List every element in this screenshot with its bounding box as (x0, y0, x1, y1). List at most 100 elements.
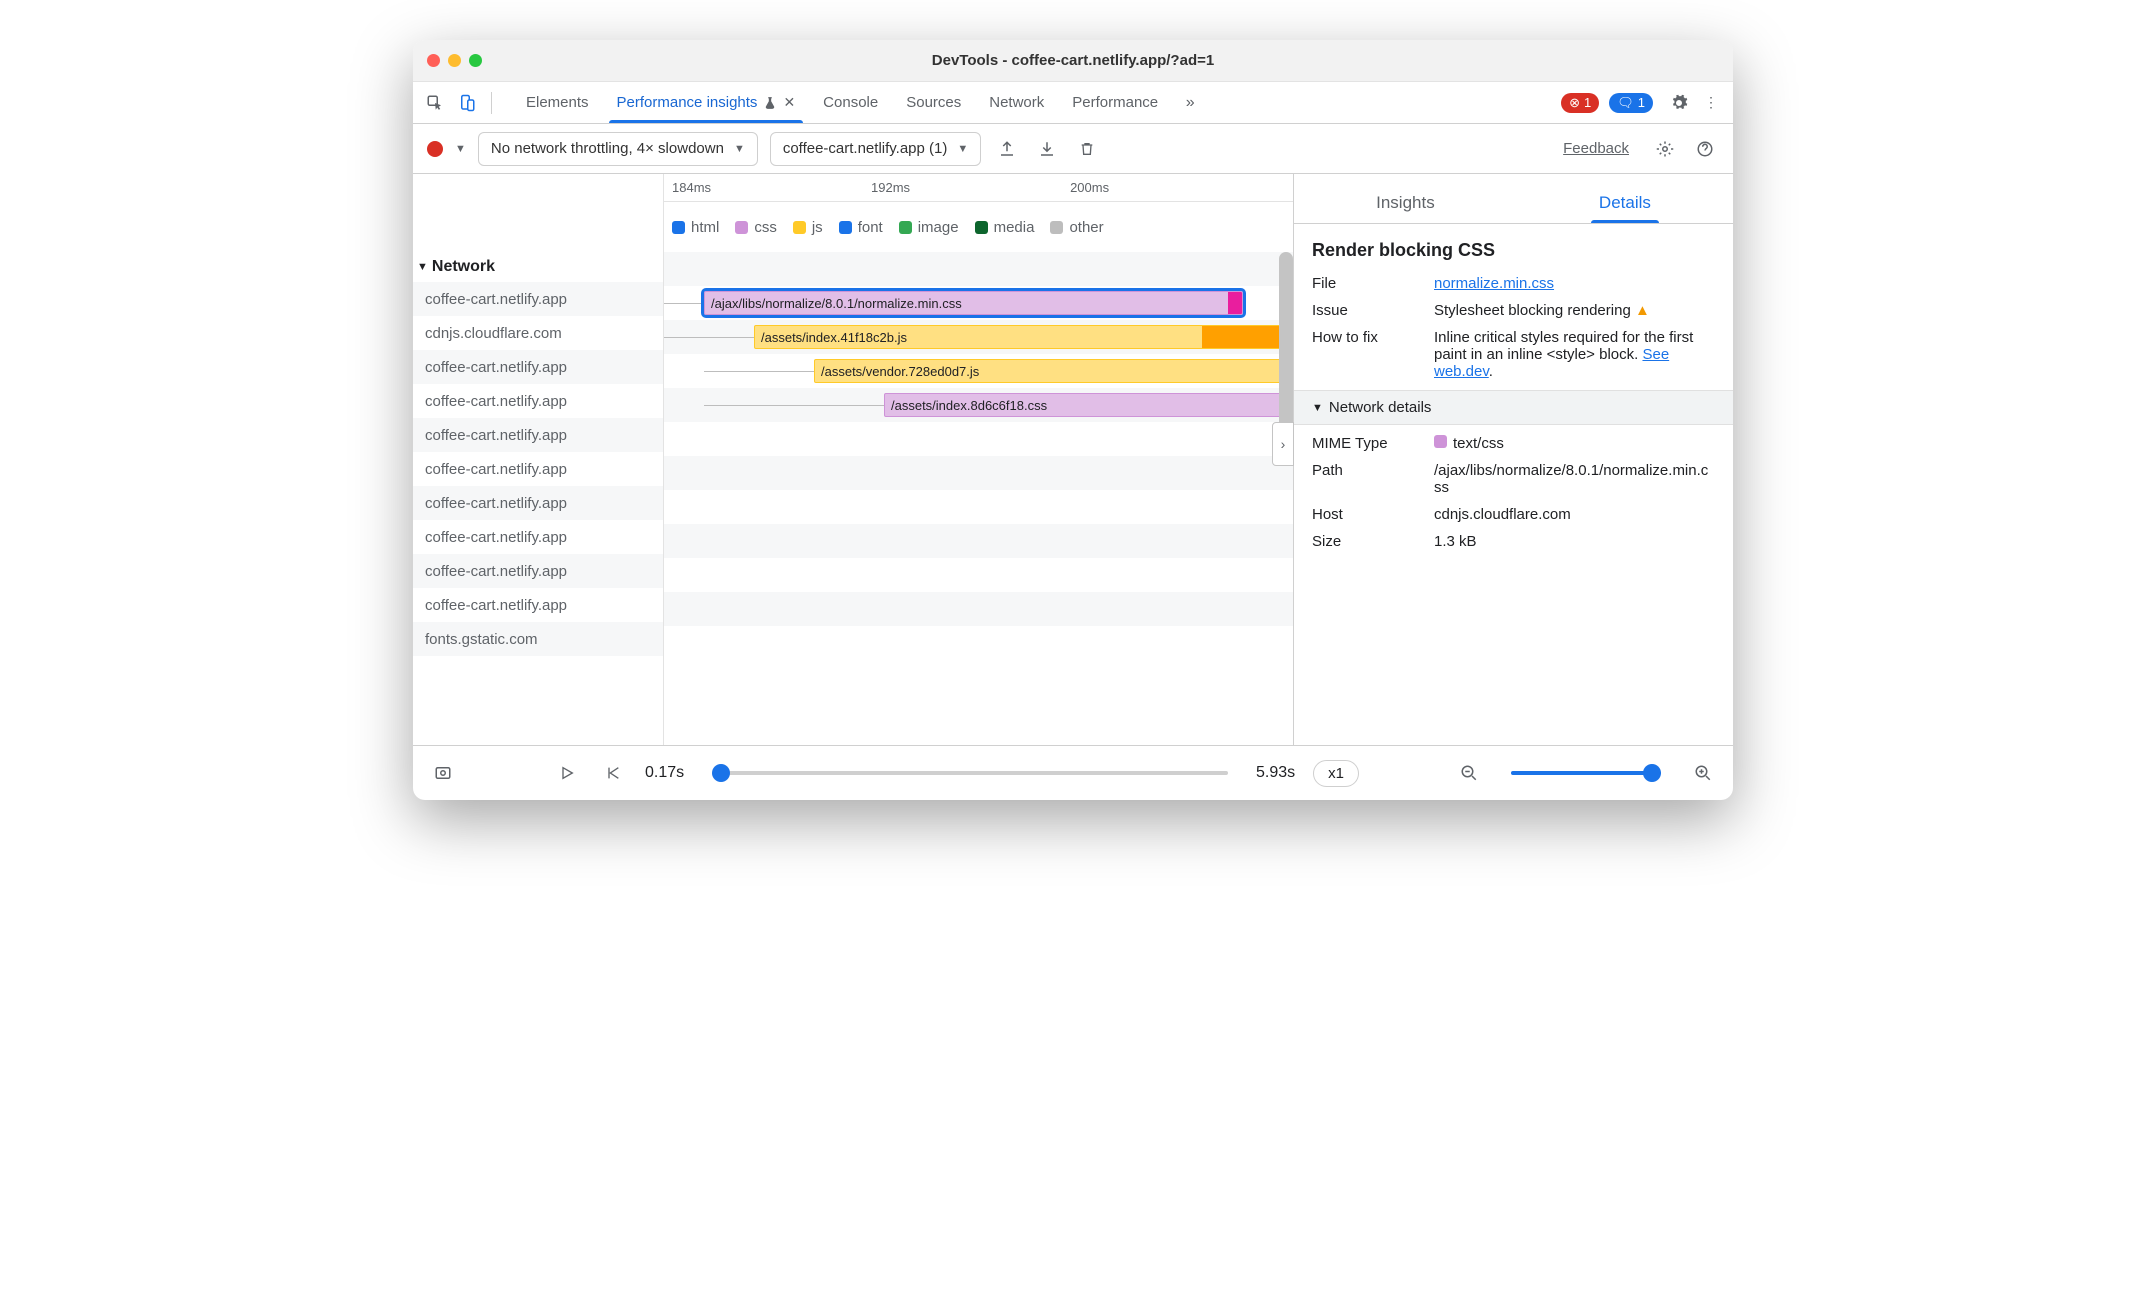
tab-insights[interactable]: Insights (1368, 193, 1443, 223)
howtofix-value: Inline critical styles required for the … (1434, 329, 1715, 380)
mime-key: MIME Type (1312, 435, 1422, 452)
speed-pill[interactable]: x1 (1313, 760, 1359, 787)
zoom-slider[interactable] (1511, 771, 1661, 775)
error-icon: ⊗ (1569, 95, 1580, 111)
domain-row[interactable]: coffee-cart.netlify.app (413, 486, 663, 520)
ruler-tick: 200ms (1070, 180, 1109, 195)
legend-js[interactable]: js (793, 219, 823, 236)
tab-elements-label: Elements (526, 94, 589, 111)
toggle-pane-chevron-icon[interactable]: › (1272, 422, 1294, 466)
legend-css[interactable]: css (735, 219, 777, 236)
throttling-select[interactable]: No network throttling, 4× slowdown ▼ (478, 132, 758, 166)
window-zoom-button[interactable] (469, 54, 482, 67)
tab-elements[interactable]: Elements (512, 82, 603, 123)
record-button[interactable] (427, 141, 443, 157)
zoom-out-icon[interactable] (1455, 759, 1483, 787)
tab-details[interactable]: Details (1591, 193, 1659, 223)
insights-toolbar: ▼ No network throttling, 4× slowdown ▼ c… (413, 124, 1733, 174)
target-select[interactable]: coffee-cart.netlify.app (1) ▼ (770, 132, 981, 166)
help-icon[interactable] (1691, 135, 1719, 163)
domain-row[interactable]: coffee-cart.netlify.app (413, 554, 663, 588)
time-start: 0.17s (645, 764, 684, 782)
legend-image[interactable]: image (899, 219, 959, 236)
domain-row[interactable]: coffee-cart.netlify.app (413, 384, 663, 418)
play-icon[interactable] (553, 759, 581, 787)
errors-count: 1 (1584, 95, 1591, 110)
ruler-tick: 184ms (672, 180, 711, 195)
divider (491, 92, 492, 114)
export-icon[interactable] (993, 135, 1021, 163)
tab-network-label: Network (989, 94, 1044, 111)
info-icon: 🗨 (1617, 95, 1634, 111)
collapse-triangle-icon: ▼ (1312, 402, 1323, 414)
file-link[interactable]: normalize.min.css (1434, 275, 1554, 292)
settings-gear-icon[interactable] (1665, 89, 1693, 117)
request-bar-label: /assets/vendor.728ed0d7.js (821, 364, 979, 379)
domain-row[interactable]: coffee-cart.netlify.app (413, 452, 663, 486)
titlebar: DevTools - coffee-cart.netlify.app/?ad=1 (413, 40, 1733, 82)
domain-row[interactable]: coffee-cart.netlify.app (413, 588, 663, 622)
request-bar-vendor-js[interactable]: /assets/vendor.728ed0d7.js (814, 359, 1293, 383)
window-close-button[interactable] (427, 54, 440, 67)
tab-perf-insights-label: Performance insights (617, 94, 758, 111)
errors-badge[interactable]: ⊗ 1 (1561, 93, 1599, 113)
request-bar-label: /ajax/libs/normalize/8.0.1/normalize.min… (711, 296, 962, 311)
rewind-icon[interactable] (599, 759, 627, 787)
detail-heading: Render blocking CSS (1312, 240, 1715, 261)
feedback-link[interactable]: Feedback (1563, 140, 1629, 157)
more-tabs-chevron-icon[interactable]: » (1176, 89, 1204, 117)
legend-font[interactable]: font (839, 219, 883, 236)
issues-badge[interactable]: 🗨 1 (1609, 93, 1653, 113)
download-tail (1228, 292, 1242, 314)
mime-swatch-icon (1434, 435, 1447, 448)
panel-settings-gear-icon[interactable] (1651, 135, 1679, 163)
domain-row[interactable]: coffee-cart.netlify.app (413, 350, 663, 384)
request-bar-label: /assets/index.8d6c6f18.css (891, 398, 1047, 413)
legend-media[interactable]: media (975, 219, 1035, 236)
host-value: cdnjs.cloudflare.com (1434, 506, 1715, 523)
tab-sources[interactable]: Sources (892, 82, 975, 123)
legend-html[interactable]: html (672, 219, 719, 236)
window-minimize-button[interactable] (448, 54, 461, 67)
warning-icon: ▲ (1635, 302, 1650, 319)
ruler-tick: 192ms (871, 180, 910, 195)
tab-network[interactable]: Network (975, 82, 1058, 123)
request-bar-index-css[interactable]: /assets/index.8d6c6f18.css (884, 393, 1293, 417)
delete-icon[interactable] (1073, 135, 1101, 163)
domain-row[interactable]: coffee-cart.netlify.app (413, 282, 663, 316)
request-bar-label: /assets/index.41f18c2b.js (761, 330, 907, 345)
details-pane: Insights Details Render blocking CSS Fil… (1293, 174, 1733, 745)
tab-performance-insights[interactable]: Performance insights ✕ (603, 82, 810, 123)
zoom-in-icon[interactable] (1689, 759, 1717, 787)
time-slider[interactable] (712, 771, 1228, 775)
file-key: File (1312, 275, 1422, 292)
details-tabs: Insights Details (1294, 174, 1733, 224)
request-type-legend: html css js font image media other (663, 202, 1293, 252)
waterfall-tracks[interactable]: /ajax/libs/normalize/8.0.1/normalize.min… (663, 252, 1293, 745)
domain-list: coffee-cart.netlify.appcdnjs.cloudflare.… (413, 282, 663, 745)
issue-key: Issue (1312, 302, 1422, 319)
vertical-scrollbar[interactable] (1279, 252, 1293, 432)
path-value: /ajax/libs/normalize/8.0.1/normalize.min… (1434, 462, 1715, 496)
import-icon[interactable] (1033, 135, 1061, 163)
chevron-down-icon: ▼ (734, 143, 745, 155)
request-bar-normalize-css[interactable]: /ajax/libs/normalize/8.0.1/normalize.min… (704, 291, 1243, 315)
record-menu-caret-icon[interactable]: ▼ (455, 143, 466, 155)
domain-row[interactable]: coffee-cart.netlify.app (413, 520, 663, 554)
kebab-menu-icon[interactable]: ⋮ (1697, 89, 1725, 117)
domain-row[interactable]: coffee-cart.netlify.app (413, 418, 663, 452)
size-value: 1.3 kB (1434, 533, 1715, 550)
preview-icon[interactable] (429, 759, 457, 787)
domain-row[interactable]: cdnjs.cloudflare.com (413, 316, 663, 350)
tab-console[interactable]: Console (809, 82, 892, 123)
domain-row[interactable]: fonts.gstatic.com (413, 622, 663, 656)
tab-performance[interactable]: Performance (1058, 82, 1172, 123)
close-icon[interactable]: ✕ (783, 94, 795, 111)
network-details-header[interactable]: ▼ Network details (1294, 390, 1733, 425)
tab-sources-label: Sources (906, 94, 961, 111)
legend-other[interactable]: other (1050, 219, 1103, 236)
network-section-header[interactable]: ▼ Network (413, 252, 663, 282)
device-toolbar-icon[interactable] (453, 89, 481, 117)
request-bar-index-js[interactable]: /assets/index.41f18c2b.js (754, 325, 1293, 349)
inspect-element-icon[interactable] (421, 89, 449, 117)
